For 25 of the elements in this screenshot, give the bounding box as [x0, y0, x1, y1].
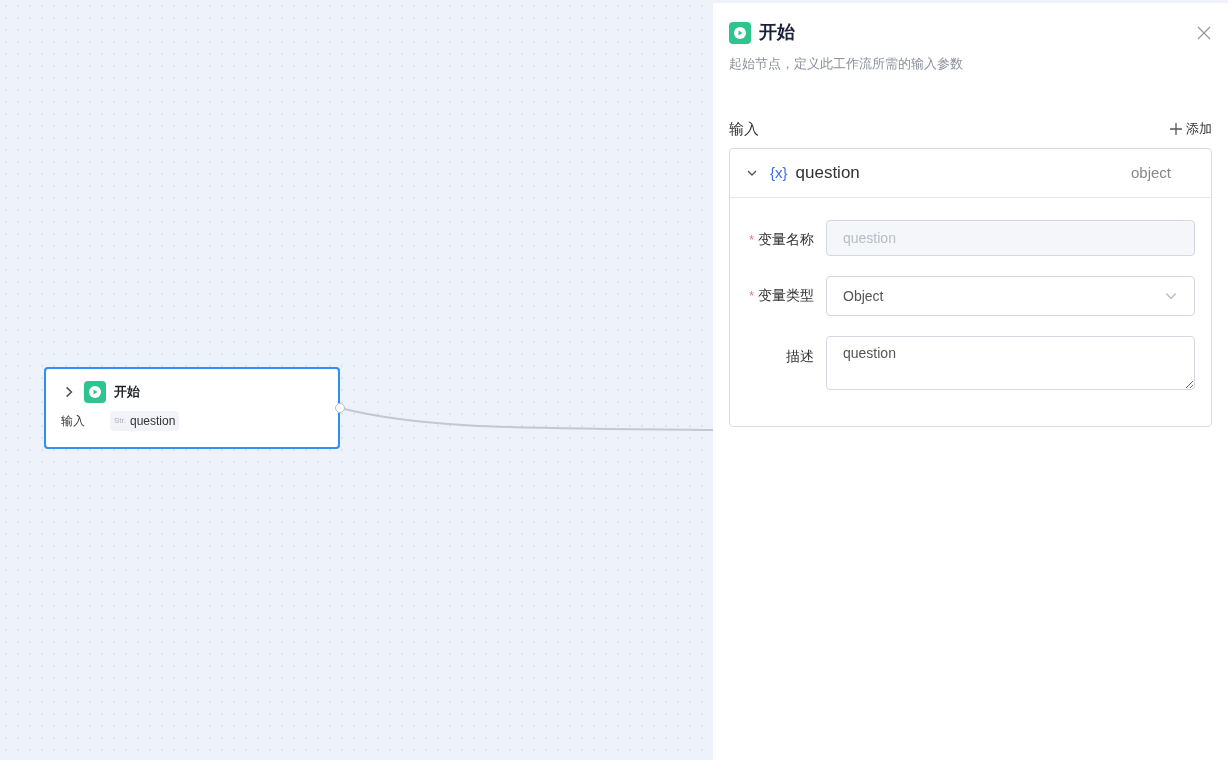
- play-icon: [84, 381, 106, 403]
- input-label: 输入: [61, 413, 86, 430]
- variable-type: object: [1130, 162, 1171, 183]
- plus-icon: [1170, 122, 1182, 135]
- start-node[interactable]: 开始 输入 Str. question: [44, 367, 340, 449]
- field-label: 变量名称: [758, 230, 814, 249]
- type-tag: Str.: [114, 415, 126, 427]
- panel-title: 开始: [759, 21, 795, 44]
- close-icon[interactable]: [1197, 25, 1211, 40]
- variable-icon: {x}: [770, 161, 788, 185]
- add-button[interactable]: 添加: [1170, 119, 1212, 139]
- play-icon: [729, 21, 751, 44]
- field-label: 变量类型: [758, 286, 814, 305]
- node-title: 开始: [114, 383, 140, 402]
- name-field: question: [826, 220, 1195, 256]
- section-label: 输入: [729, 118, 759, 139]
- variable-name: question: [795, 162, 860, 185]
- description-field[interactable]: question: [826, 336, 1195, 390]
- field-label: 描述: [786, 347, 814, 366]
- required-mark: *: [749, 287, 754, 305]
- type-dropdown[interactable]: Object: [826, 276, 1195, 316]
- output-port[interactable]: [335, 403, 345, 413]
- required-mark: *: [749, 231, 754, 249]
- variable-name: question: [130, 413, 176, 430]
- panel-description: 起始节点，定义此工作流所需的输入参数: [729, 55, 964, 73]
